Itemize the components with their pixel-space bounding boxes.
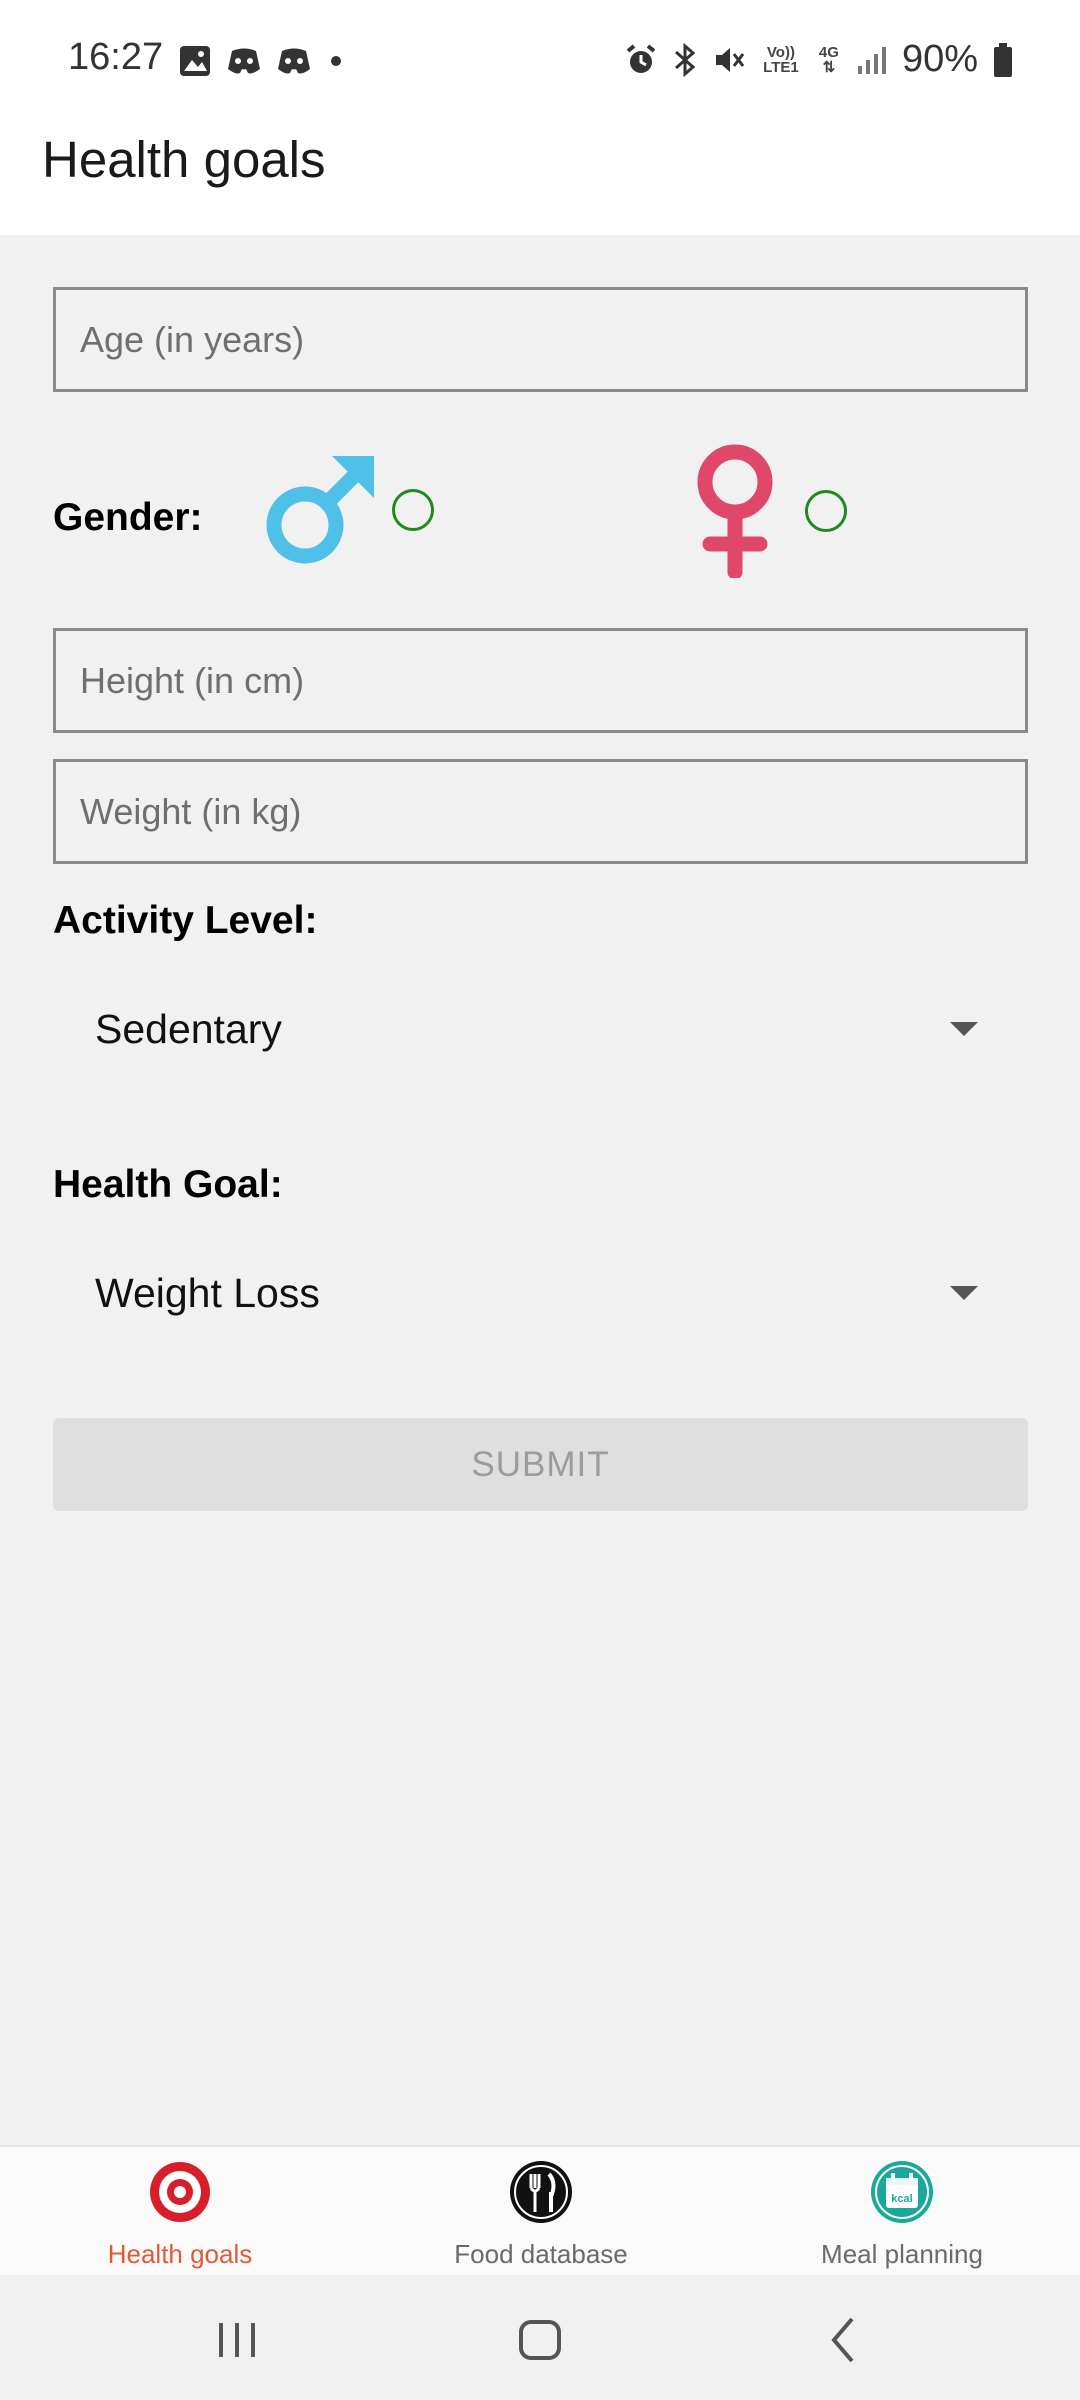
- mute-icon: [715, 47, 745, 72]
- status-time: 16:27: [68, 36, 164, 78]
- page-title: Health goals: [42, 131, 326, 188]
- signal-icon: [857, 46, 886, 74]
- gallery-icon: [180, 46, 210, 76]
- discord-icon: [278, 48, 310, 74]
- recents-icon[interactable]: [197, 2305, 277, 2375]
- 4g-text: 4G: [818, 43, 839, 61]
- home-icon[interactable]: [500, 2305, 580, 2375]
- female-radio[interactable]: [805, 490, 847, 532]
- battery-icon: [994, 42, 1012, 77]
- bluetooth-icon: [674, 42, 696, 77]
- activity-level-dropdown[interactable]: Sedentary: [53, 978, 1028, 1088]
- battery-percent: 90%: [901, 38, 978, 80]
- nav-label-meal-planning: Meal planning: [821, 2239, 983, 2269]
- bottom-navigation: Health goals Food database kcal Meal pla…: [0, 2145, 1080, 2275]
- status-system-icons: Vo)) LTE1 4G ⇅ 90%: [624, 38, 1014, 81]
- dropdown-arrow-icon: [950, 1022, 978, 1036]
- dropdown-arrow-icon: [950, 1286, 978, 1300]
- target-icon: [150, 2162, 210, 2222]
- alarm-icon: [626, 43, 656, 73]
- fork-knife-icon: [510, 2161, 572, 2223]
- volte-text: Vo)) LTE1: [763, 43, 799, 76]
- health-goal-label: Health Goal:: [53, 1163, 283, 1206]
- kcal-text: kcal: [891, 2193, 912, 2205]
- male-icon[interactable]: [262, 452, 380, 570]
- submit-button[interactable]: SUBMIT: [53, 1418, 1028, 1511]
- back-icon[interactable]: [803, 2305, 883, 2375]
- gender-label: Gender:: [53, 496, 203, 539]
- kcal-calendar-icon: kcal: [871, 2161, 933, 2223]
- nav-label-health-goals: Health goals: [107, 2239, 253, 2269]
- male-radio[interactable]: [392, 489, 434, 531]
- volte-icon: Vo)) LTE1: [760, 45, 802, 75]
- dot-icon: [331, 56, 341, 66]
- status-notification-icons: [178, 44, 346, 78]
- nav-item-health-goals[interactable]: Health goals: [30, 2147, 330, 2277]
- health-goal-dropdown[interactable]: Weight Loss: [53, 1242, 1028, 1352]
- activity-level-value: Sedentary: [95, 1006, 282, 1052]
- nav-label-food-database: Food database: [454, 2239, 628, 2269]
- activity-level-label: Activity Level:: [53, 899, 318, 942]
- weight-input[interactable]: [53, 759, 1028, 864]
- height-input[interactable]: [53, 628, 1028, 733]
- age-input[interactable]: [53, 287, 1028, 392]
- health-goal-value: Weight Loss: [95, 1270, 320, 1316]
- status-bar: 16:27 Vo)) LTE1 4G ⇅ 90%: [0, 0, 1080, 120]
- discord-icon: [228, 48, 260, 74]
- female-icon[interactable]: [692, 444, 782, 578]
- 4g-icon: 4G ⇅: [818, 43, 839, 76]
- nav-item-food-database[interactable]: Food database: [391, 2147, 691, 2277]
- nav-item-meal-planning[interactable]: kcal Meal planning: [752, 2147, 1052, 2277]
- system-navigation-bar: [0, 2275, 1080, 2400]
